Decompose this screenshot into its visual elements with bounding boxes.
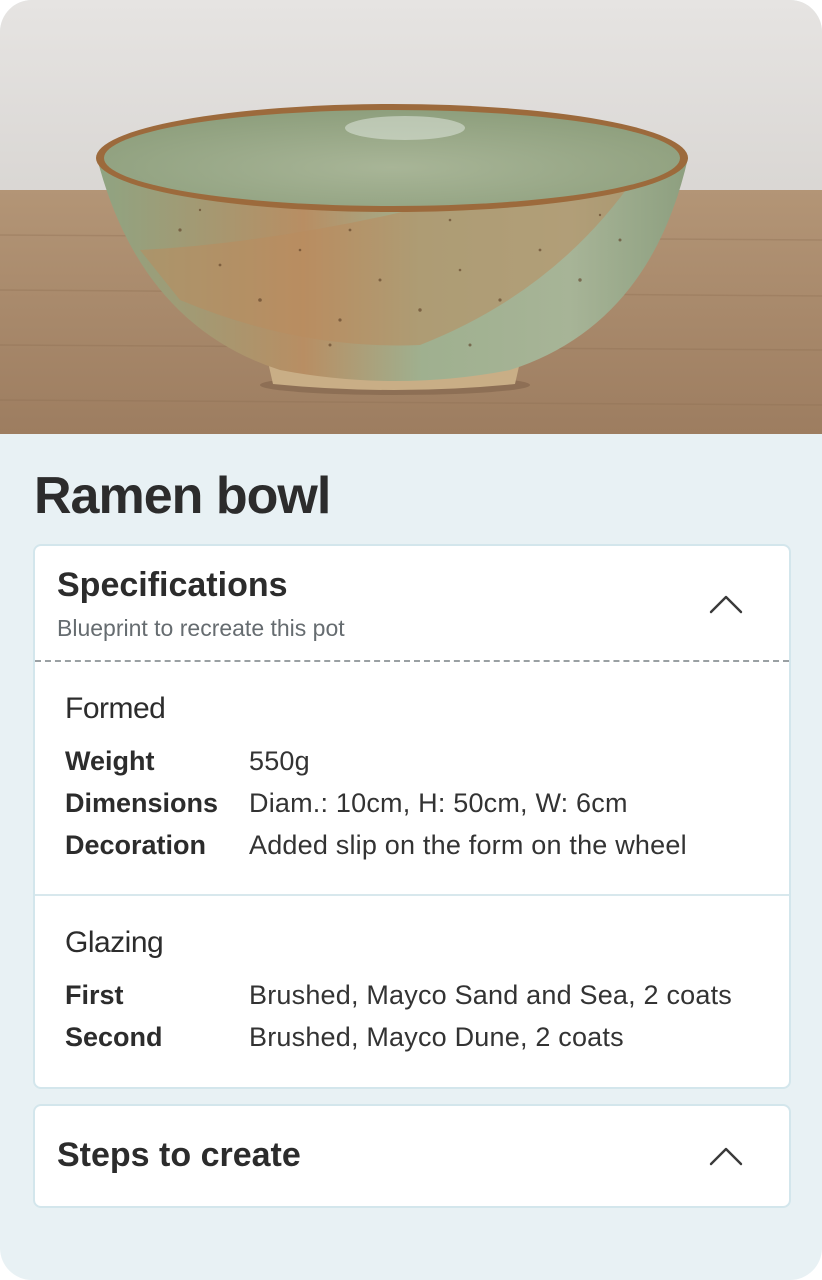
spec-key: Dimensions [65,788,219,818]
spec-value: Added slip on the form on the wheel [249,830,687,860]
bowl-photo [0,0,822,434]
spec-key: Decoration [65,830,207,860]
spec-value: Diam.: 10cm, H: 50cm, W: 6cm [249,788,628,818]
specifications-title: Specifications [57,566,288,604]
specifications-panel: Specifications Blueprint to recreate thi… [33,544,791,1089]
spec-row: Weight 550g [65,746,785,780]
section-divider [35,894,789,896]
spec-row: First Brushed, Mayco Sand and Sea, 2 coa… [65,980,785,1014]
spec-key: Second [65,1022,163,1052]
spec-key: Weight [65,746,155,776]
steps-title: Steps to create [57,1136,301,1174]
spec-value: Brushed, Mayco Dune, 2 coats [249,1022,624,1052]
section-title-formed: Formed [65,692,166,725]
spec-row: Second Brushed, Mayco Dune, 2 coats [65,1022,785,1056]
spec-key: First [65,980,124,1010]
spec-row: Dimensions Diam.: 10cm, H: 50cm, W: 6cm [65,788,785,822]
specifications-subtitle: Blueprint to recreate this pot [57,615,345,641]
section-title-glazing: Glazing [65,926,164,959]
spec-row: Decoration Added slip on the form on the… [65,830,785,864]
chevron-up-icon[interactable] [709,1146,743,1166]
product-card: Ramen bowl Specifications Blueprint to r… [0,0,822,1280]
header-divider [35,660,789,662]
chevron-up-icon[interactable] [709,594,743,614]
steps-panel[interactable]: Steps to create [33,1104,791,1208]
page-title: Ramen bowl [34,467,331,525]
spec-value: 550g [249,746,310,776]
spec-value: Brushed, Mayco Sand and Sea, 2 coats [249,980,732,1010]
